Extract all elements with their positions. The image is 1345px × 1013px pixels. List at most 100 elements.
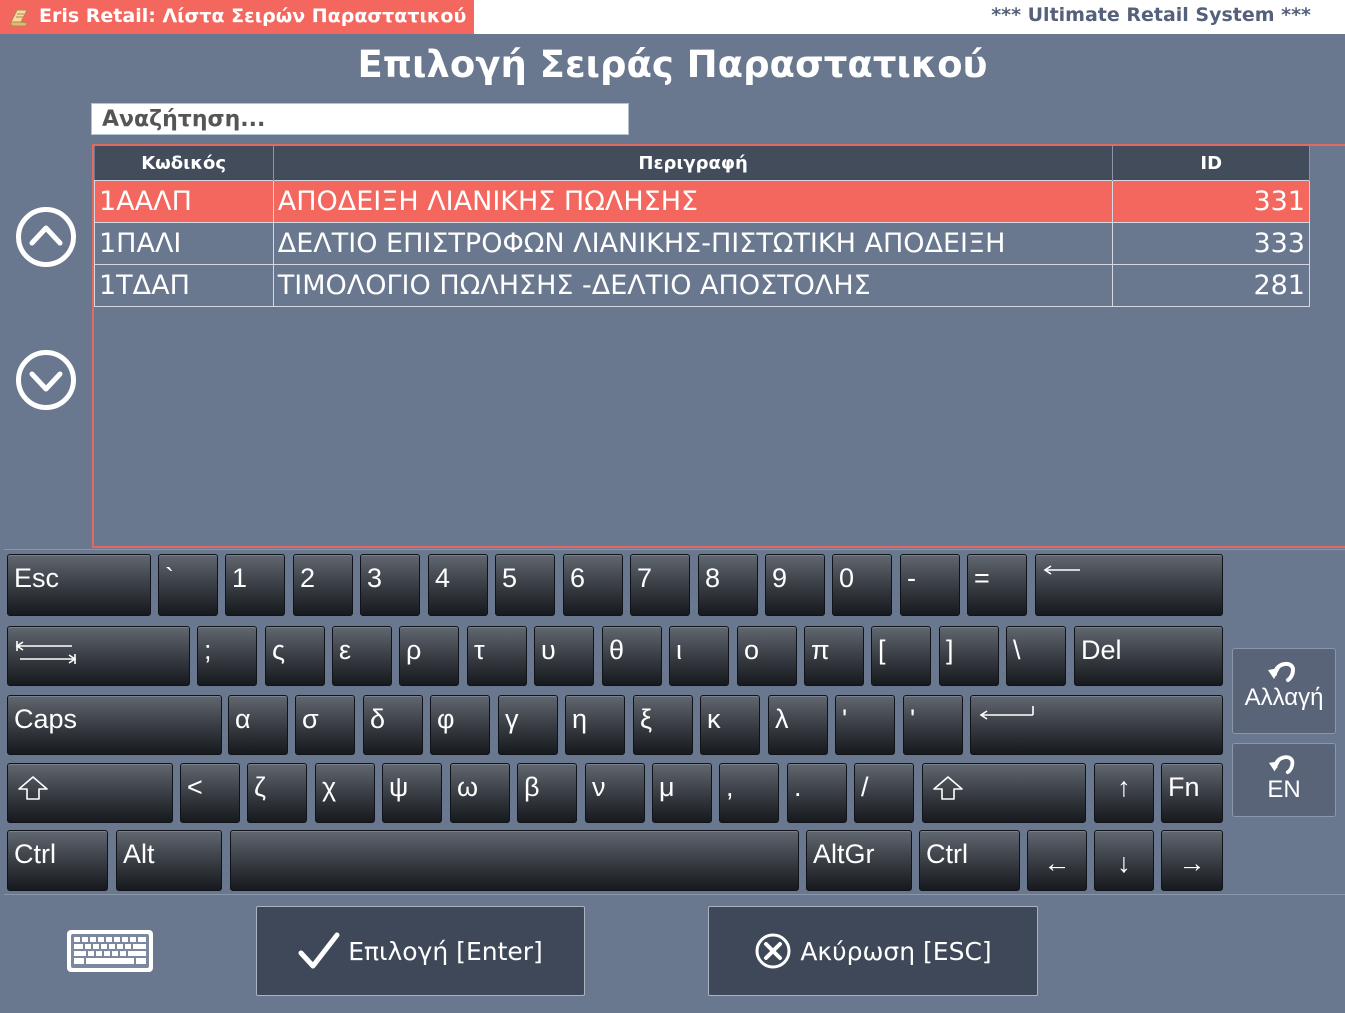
cell-code: 1ΑΑΛΠ: [94, 180, 274, 223]
key-space[interactable]: [230, 830, 799, 891]
key-lambda[interactable]: λ: [768, 695, 828, 755]
enter-arrow-icon: [979, 706, 1034, 720]
key-tab[interactable]: [7, 626, 190, 686]
key-psi[interactable]: ψ: [382, 763, 442, 823]
key-beta[interactable]: β: [517, 763, 577, 823]
key-backtick[interactable]: `: [158, 554, 218, 616]
key-equals[interactable]: =: [967, 554, 1027, 616]
key-left-bracket[interactable]: [: [871, 626, 931, 686]
key-upsilon[interactable]: υ: [534, 626, 594, 686]
key-left-shift[interactable]: [7, 763, 173, 823]
key-mu[interactable]: μ: [652, 763, 712, 823]
backspace-arrow-icon: [1043, 565, 1080, 575]
key-slash[interactable]: /: [854, 763, 914, 823]
cancel-button-label: Ακύρωση [ESC]: [800, 936, 992, 966]
column-header-id[interactable]: ID: [1112, 146, 1310, 181]
key-0[interactable]: 0: [832, 554, 892, 616]
select-button-label: Επιλογή [Enter]: [348, 936, 543, 966]
key-fn[interactable]: Fn: [1161, 763, 1223, 823]
cell-description: ΑΠΟΔΕΙΞΗ ΛΙΑΝΙΚΗΣ ΠΩΛΗΣΗΣ: [272, 180, 1114, 223]
column-header-code[interactable]: Κωδικός: [94, 146, 274, 181]
key-xi[interactable]: ξ: [633, 695, 693, 755]
key-9[interactable]: 9: [765, 554, 825, 616]
key-apostrophe[interactable]: ': [835, 695, 895, 755]
checkmark-icon: [298, 932, 340, 969]
key-3[interactable]: 3: [360, 554, 420, 616]
table-row[interactable]: 1ΑΑΛΠ ΑΠΟΔΕΙΞΗ ΛΙΑΝΙΚΗΣ ΠΩΛΗΣΗΣ 331: [94, 180, 1310, 223]
keyboard-change-button[interactable]: Αλλαγή: [1232, 648, 1336, 734]
key-less-than[interactable]: <: [180, 763, 240, 823]
key-right-ctrl[interactable]: Ctrl: [919, 830, 1020, 891]
key-enter[interactable]: [970, 695, 1223, 755]
search-input[interactable]: [91, 103, 629, 135]
key-caps[interactable]: Caps: [7, 695, 222, 755]
key-4[interactable]: 4: [428, 554, 488, 616]
cell-id: 331: [1112, 180, 1310, 223]
table-row[interactable]: 1ΤΔΑΠ ΤΙΜΟΛΟΓΙΟ ΠΩΛΗΣΗΣ -ΔΕΛΤΙΟ ΑΠΟΣΤΟΛΗ…: [94, 264, 1310, 307]
key-semicolon[interactable]: ;: [197, 626, 257, 686]
key-omicron[interactable]: ο: [737, 626, 797, 686]
key-chi[interactable]: χ: [315, 763, 375, 823]
key-nu[interactable]: ν: [585, 763, 645, 823]
key-epsilon[interactable]: ε: [332, 626, 392, 686]
key-2[interactable]: 2: [293, 554, 353, 616]
key-theta[interactable]: θ: [602, 626, 662, 686]
key-sigma[interactable]: σ: [295, 695, 355, 755]
cell-description: ΔΕΛΤΙΟ ΕΠΙΣΤΡΟΦΩΝ ΛΙΑΝΙΚΗΣ-ΠΙΣΤΩΤΙΚΗ ΑΠΟ…: [272, 222, 1114, 265]
key-quote[interactable]: ': [903, 695, 963, 755]
chevron-down-circle-icon[interactable]: [15, 349, 77, 411]
key-comma[interactable]: ,: [719, 763, 779, 823]
key-6[interactable]: 6: [563, 554, 623, 616]
tab-arrows-icon: [15, 641, 77, 664]
key-final-sigma[interactable]: ς: [265, 626, 325, 686]
key-arrow-up[interactable]: ↑: [1094, 763, 1154, 823]
key-omega[interactable]: ω: [450, 763, 510, 823]
key-5[interactable]: 5: [495, 554, 555, 616]
key-del[interactable]: Del: [1074, 626, 1223, 686]
keyboard-change-label: Αλλαγή: [1244, 684, 1324, 711]
key-delta[interactable]: δ: [363, 695, 423, 755]
key-eta[interactable]: η: [565, 695, 625, 755]
table-header: Κωδικός Περιγραφή ID: [94, 146, 1310, 181]
key-esc[interactable]: Esc: [7, 554, 151, 616]
key-zeta[interactable]: ζ: [247, 763, 307, 823]
table-row[interactable]: 1ΠΑΛΙ ΔΕΛΤΙΟ ΕΠΙΣΤΡΟΦΩΝ ΛΙΑΝΙΚΗΣ-ΠΙΣΤΩΤΙ…: [94, 222, 1310, 265]
key-backslash[interactable]: \: [1006, 626, 1066, 686]
key-rho[interactable]: ρ: [399, 626, 459, 686]
cancel-circle-icon: [755, 933, 791, 969]
window-title: Eris Retail: Λίστα Σειρών Παραστατικού: [39, 5, 467, 27]
key-period[interactable]: .: [787, 763, 847, 823]
page-title: Επιλογή Σειράς Παραστατικού: [357, 43, 988, 86]
keyboard-language-label: EN: [1267, 776, 1301, 803]
key-7[interactable]: 7: [630, 554, 690, 616]
key-backspace[interactable]: [1035, 554, 1223, 616]
key-8[interactable]: 8: [698, 554, 758, 616]
key-alt[interactable]: Alt: [116, 830, 222, 891]
key-1[interactable]: 1: [225, 554, 285, 616]
shift-icon: [18, 776, 48, 800]
key-pi[interactable]: π: [804, 626, 864, 686]
key-gamma[interactable]: γ: [498, 695, 558, 755]
key-tau[interactable]: τ: [467, 626, 527, 686]
chevron-up-circle-icon[interactable]: [15, 206, 77, 268]
on-screen-keyboard: Esc ` 1 2 3 4 5 6 7 8 9 0 - = ; ς ε ρ τ …: [4, 549, 1345, 895]
key-arrow-left[interactable]: ←: [1027, 830, 1087, 891]
key-left-ctrl[interactable]: Ctrl: [7, 830, 108, 891]
column-header-description[interactable]: Περιγραφή: [273, 146, 1114, 181]
key-right-bracket[interactable]: ]: [939, 626, 999, 686]
key-altgr[interactable]: AltGr: [806, 830, 912, 891]
select-button[interactable]: Επιλογή [Enter]: [256, 906, 585, 996]
key-right-shift[interactable]: [922, 763, 1086, 823]
key-phi[interactable]: φ: [430, 695, 490, 755]
key-minus[interactable]: -: [900, 554, 960, 616]
cancel-button[interactable]: Ακύρωση [ESC]: [708, 906, 1038, 996]
key-alpha[interactable]: α: [228, 695, 288, 755]
keyboard-language-button[interactable]: EN: [1232, 743, 1336, 817]
cell-id: 281: [1112, 264, 1310, 307]
key-iota[interactable]: ι: [669, 626, 729, 686]
key-arrow-right[interactable]: →: [1161, 830, 1223, 891]
key-kappa[interactable]: κ: [700, 695, 760, 755]
undo-arrow-icon: [1268, 661, 1296, 682]
keyboard-icon[interactable]: [66, 929, 154, 973]
key-arrow-down[interactable]: ↓: [1094, 830, 1154, 891]
